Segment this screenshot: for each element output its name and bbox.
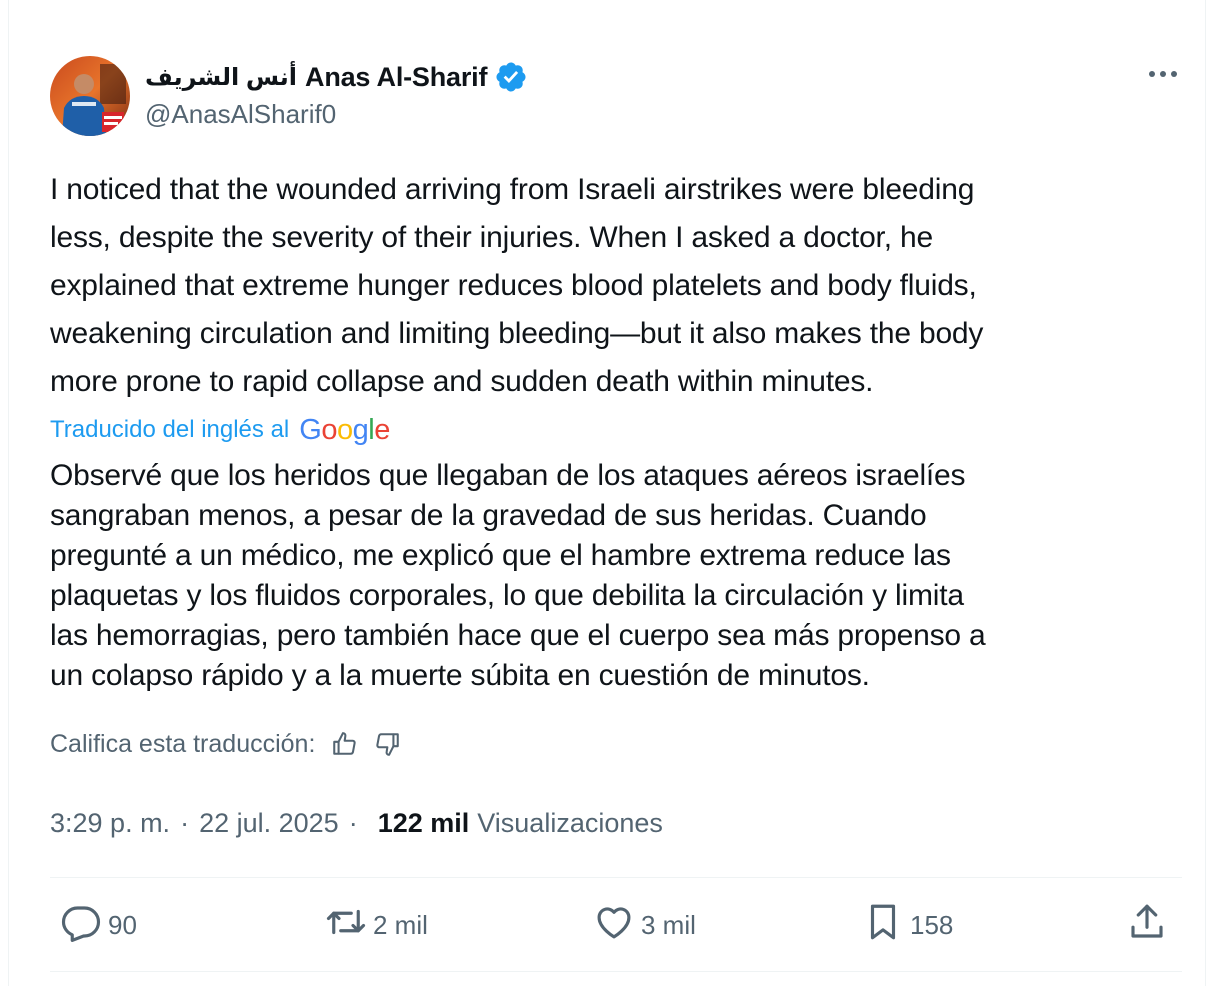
tweet-time[interactable]: 3:29 p. m. [50,808,170,839]
avatar[interactable] [50,56,130,136]
tweet-date[interactable]: 22 jul. 2025 [199,808,339,839]
views-count[interactable]: 122 mil [378,808,470,839]
like-count: 3 mil [641,909,696,940]
author-name[interactable]: Anas Al-Sharif [305,62,487,93]
heart-icon [593,901,635,950]
google-logo: Google [299,413,390,446]
translated-text-line: pregunté a un médico, me explicó que el … [50,539,951,572]
meta-separator: · [180,807,190,838]
tweet-text-line: less, despite the severity of their inju… [50,221,933,254]
translated-text-line: un colapso rápido y a la muerte súbita e… [50,659,870,692]
reply-button[interactable]: 90 [60,878,137,972]
translated-text: Observé que los heridos que llegaban de … [50,456,1190,696]
action-bar: 90 2 mil 3 mil 158 [50,878,1182,972]
bookmark-icon [862,901,904,950]
tweet-text-line: explained that extreme hunger reduces bl… [50,269,977,302]
translated-text-line: sangraban menos, a pesar de la gravedad … [50,499,927,532]
tweet-text: I noticed that the wounded arriving from… [50,166,1190,406]
translated-text-line: Observé que los heridos que llegaban de … [50,459,966,492]
author-name-line[interactable]: أنس الشريف Anas Al-Sharif [145,58,528,96]
like-button[interactable]: 3 mil [593,878,696,972]
author-name-arabic[interactable]: أنس الشريف [145,63,297,92]
more-options-icon [1147,66,1179,84]
meta-separator: · [348,807,358,838]
share-button[interactable] [1126,878,1168,972]
tweet-text-line: more prone to rapid collapse and sudden … [50,365,874,398]
rate-translation: Califica esta traducción: [50,726,403,762]
translated-text-line: las hemorragias, pero también hace que e… [50,619,986,652]
repost-button[interactable]: 2 mil [325,878,428,972]
translation-label[interactable]: Traducido del inglés al [50,416,289,444]
share-icon [1126,901,1168,950]
more-options-button[interactable] [1145,60,1181,90]
tweet-text-line: I noticed that the wounded arriving from… [50,173,975,206]
rate-label: Califica esta traducción: [50,729,316,758]
reply-icon [60,901,102,950]
thumbs-down-icon[interactable] [373,729,403,759]
views-label[interactable]: Visualizaciones [477,808,663,839]
repost-count: 2 mil [373,909,428,940]
bookmark-button[interactable]: 158 [862,878,953,972]
divider [50,971,1182,972]
author-handle[interactable]: @AnasAlSharif0 [145,99,336,130]
repost-icon [325,901,367,950]
reply-count: 90 [108,909,137,940]
thumbs-up-icon[interactable] [329,729,359,759]
tweet-meta: 3:29 p. m. · 22 jul. 2025 · 122 mil Visu… [50,804,663,842]
translation-attribution[interactable]: Traducido del inglés al Google [50,412,390,448]
tweet-text-line: weakening circulation and limiting bleed… [50,317,984,350]
tweet-card: أنس الشريف Anas Al-Sharif @AnasAlSharif0… [8,0,1206,986]
bookmark-count: 158 [910,909,954,940]
translated-text-line: plaquetas y los fluidos corporales, lo q… [50,579,964,612]
verified-badge-icon[interactable] [494,60,528,94]
